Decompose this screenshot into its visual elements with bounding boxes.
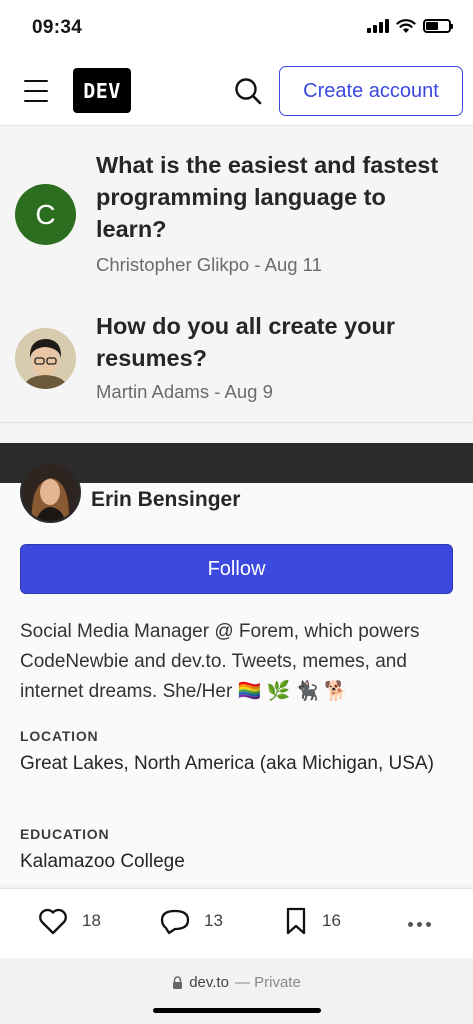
avatar: C: [15, 184, 76, 245]
education-value: Kalamazoo College: [20, 851, 185, 872]
search-icon[interactable]: [233, 76, 263, 106]
privacy-label: — Private: [234, 974, 301, 991]
location-value: Great Lakes, North America (aka Michigan…: [20, 753, 434, 774]
url-display[interactable]: dev.to — Private: [0, 974, 473, 991]
more-options-icon[interactable]: [408, 922, 431, 927]
avatar: [15, 328, 76, 389]
comment-icon: [160, 909, 190, 935]
like-button[interactable]: 18: [38, 907, 101, 935]
bookmark-icon: [286, 907, 306, 935]
article-title[interactable]: How do you all create your resumes?: [96, 310, 446, 374]
profile-bio: Social Media Manager @ Forem, which powe…: [20, 621, 420, 702]
article-meta: Martin Adams - Aug 9: [96, 381, 273, 402]
browser-address-bar: dev.to — Private: [0, 958, 473, 1024]
bookmark-count: 16: [322, 911, 341, 930]
comment-count: 13: [204, 911, 223, 930]
heart-icon: [39, 908, 67, 935]
url-domain: dev.to: [189, 974, 229, 991]
wifi-icon: [396, 19, 416, 33]
avatar[interactable]: [20, 462, 81, 523]
site-header: DEV Create account: [0, 56, 473, 126]
more-from-list: C What is the easiest and fastest progra…: [0, 127, 473, 423]
article-meta: Christopher Glikpo - Aug 11: [96, 254, 322, 275]
status-bar: 09:34: [0, 0, 473, 56]
page: 09:34 DEV Create account C What is the e…: [0, 0, 473, 1024]
signal-icon: [367, 19, 389, 33]
bookmark-button[interactable]: 16: [284, 907, 341, 935]
education-label: EDUCATION: [20, 826, 110, 842]
location-label: LOCATION: [20, 728, 99, 744]
dev-logo[interactable]: DEV: [73, 68, 131, 113]
profile-name[interactable]: Erin Bensinger: [91, 488, 240, 512]
comment-button[interactable]: 13: [160, 907, 223, 935]
article-actions-bar: 18 13 16: [0, 888, 473, 958]
article-title[interactable]: What is the easiest and fastest programm…: [96, 149, 446, 245]
home-indicator[interactable]: [153, 1008, 321, 1013]
battery-icon: [423, 19, 453, 33]
status-icons: [367, 18, 453, 34]
follow-button[interactable]: Follow: [20, 544, 453, 594]
like-count: 18: [82, 911, 101, 930]
lock-icon: [173, 976, 183, 989]
status-time: 09:34: [32, 17, 83, 38]
create-account-button[interactable]: Create account: [279, 66, 463, 116]
menu-icon[interactable]: [24, 80, 48, 102]
